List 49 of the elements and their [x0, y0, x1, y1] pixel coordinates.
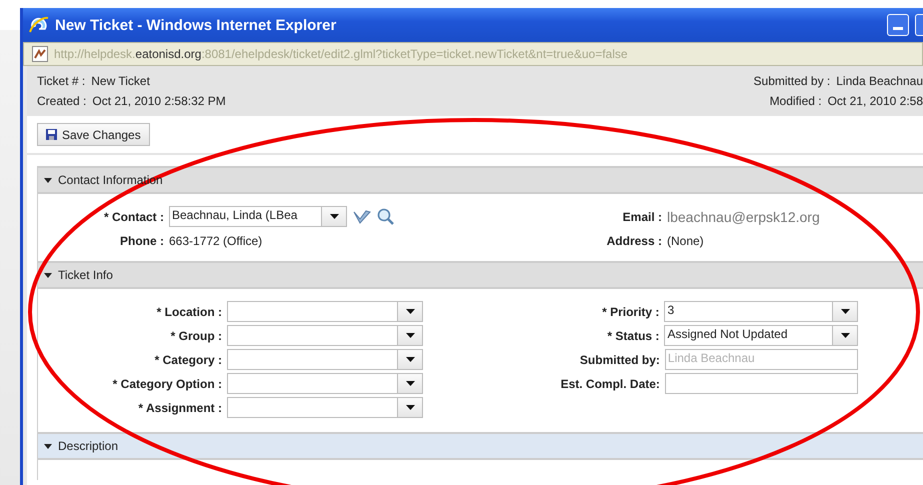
- field-value: 663-1772 (Office): [169, 234, 262, 248]
- field-label: * Status :: [606, 328, 660, 342]
- field-label: * Group :: [170, 328, 222, 342]
- header-label: Submitted by :: [754, 74, 830, 88]
- field-label: Submitted by:: [578, 352, 660, 366]
- dropdown-field[interactable]: [227, 373, 423, 394]
- section-title: Description: [58, 439, 118, 453]
- field-label: Phone :: [119, 234, 164, 248]
- browser-logo-icon: [29, 15, 49, 35]
- header-value: New Ticket: [91, 74, 150, 88]
- page-icon: [32, 46, 48, 62]
- header-value: Oct 21, 2010 2:58:32 PM: [92, 94, 226, 108]
- dropdown-field[interactable]: [227, 397, 423, 418]
- dropdown-field[interactable]: [227, 325, 423, 346]
- section-title: Ticket Info: [58, 268, 113, 282]
- address-bar[interactable]: http://helpdesk.eatonisd.org:8081/ehelpdesk/ticket/edit2.glml?ticketType=ticket.newTicket&nt=true&uo=false: [23, 42, 923, 66]
- field-label: * Location :: [156, 304, 222, 318]
- submitted-by-field: Linda Beachnau: [664, 349, 858, 370]
- url-text: http://helpdesk.eatonisd.org:8081/ehelpdesk/ticket/edit2.glml?ticketType=ticket.newTicket&nt=true&uo=false: [54, 47, 628, 61]
- dropdown-field[interactable]: Beachnau, Linda (LBea: [169, 206, 347, 227]
- date-field[interactable]: [664, 373, 858, 394]
- search-icon[interactable]: [377, 208, 395, 226]
- field-label: * Category :: [154, 352, 222, 366]
- field-label: * Assignment :: [137, 400, 222, 414]
- email-link[interactable]: lbeachnau@erpsk12.org: [667, 208, 820, 224]
- header-label: Modified :: [770, 94, 822, 108]
- save-button[interactable]: Save Changes: [37, 123, 150, 146]
- field-label: * Priority :: [601, 304, 660, 318]
- field-label: * Category Option :: [112, 376, 222, 390]
- header-value: Oct 21, 2010 2:58: [828, 94, 923, 108]
- field-value: (None): [667, 234, 704, 248]
- field-label: Email :: [622, 210, 662, 224]
- field-label: * Contact :: [103, 210, 164, 224]
- field-label: Address :: [606, 234, 662, 248]
- dropdown-field[interactable]: [227, 301, 423, 322]
- field-label: Est. Compl. Date:: [560, 376, 660, 390]
- minimize-button[interactable]: [887, 14, 909, 36]
- header-label: Ticket # :: [37, 74, 86, 88]
- minimize-icon: [893, 27, 903, 31]
- header-value: Linda Beachnau: [836, 74, 923, 88]
- maximize-button[interactable]: [915, 14, 923, 36]
- pen-icon: [352, 208, 372, 224]
- dropdown-field[interactable]: [227, 349, 423, 370]
- section-header[interactable]: Description: [38, 432, 923, 460]
- window-title: New Ticket - Windows Internet Explorer: [55, 16, 336, 34]
- header-label: Created :: [37, 94, 86, 108]
- dropdown-field[interactable]: Assigned Not Updated: [664, 325, 858, 346]
- section-header[interactable]: Ticket Info: [38, 261, 923, 289]
- dropdown-field[interactable]: 3: [664, 301, 858, 322]
